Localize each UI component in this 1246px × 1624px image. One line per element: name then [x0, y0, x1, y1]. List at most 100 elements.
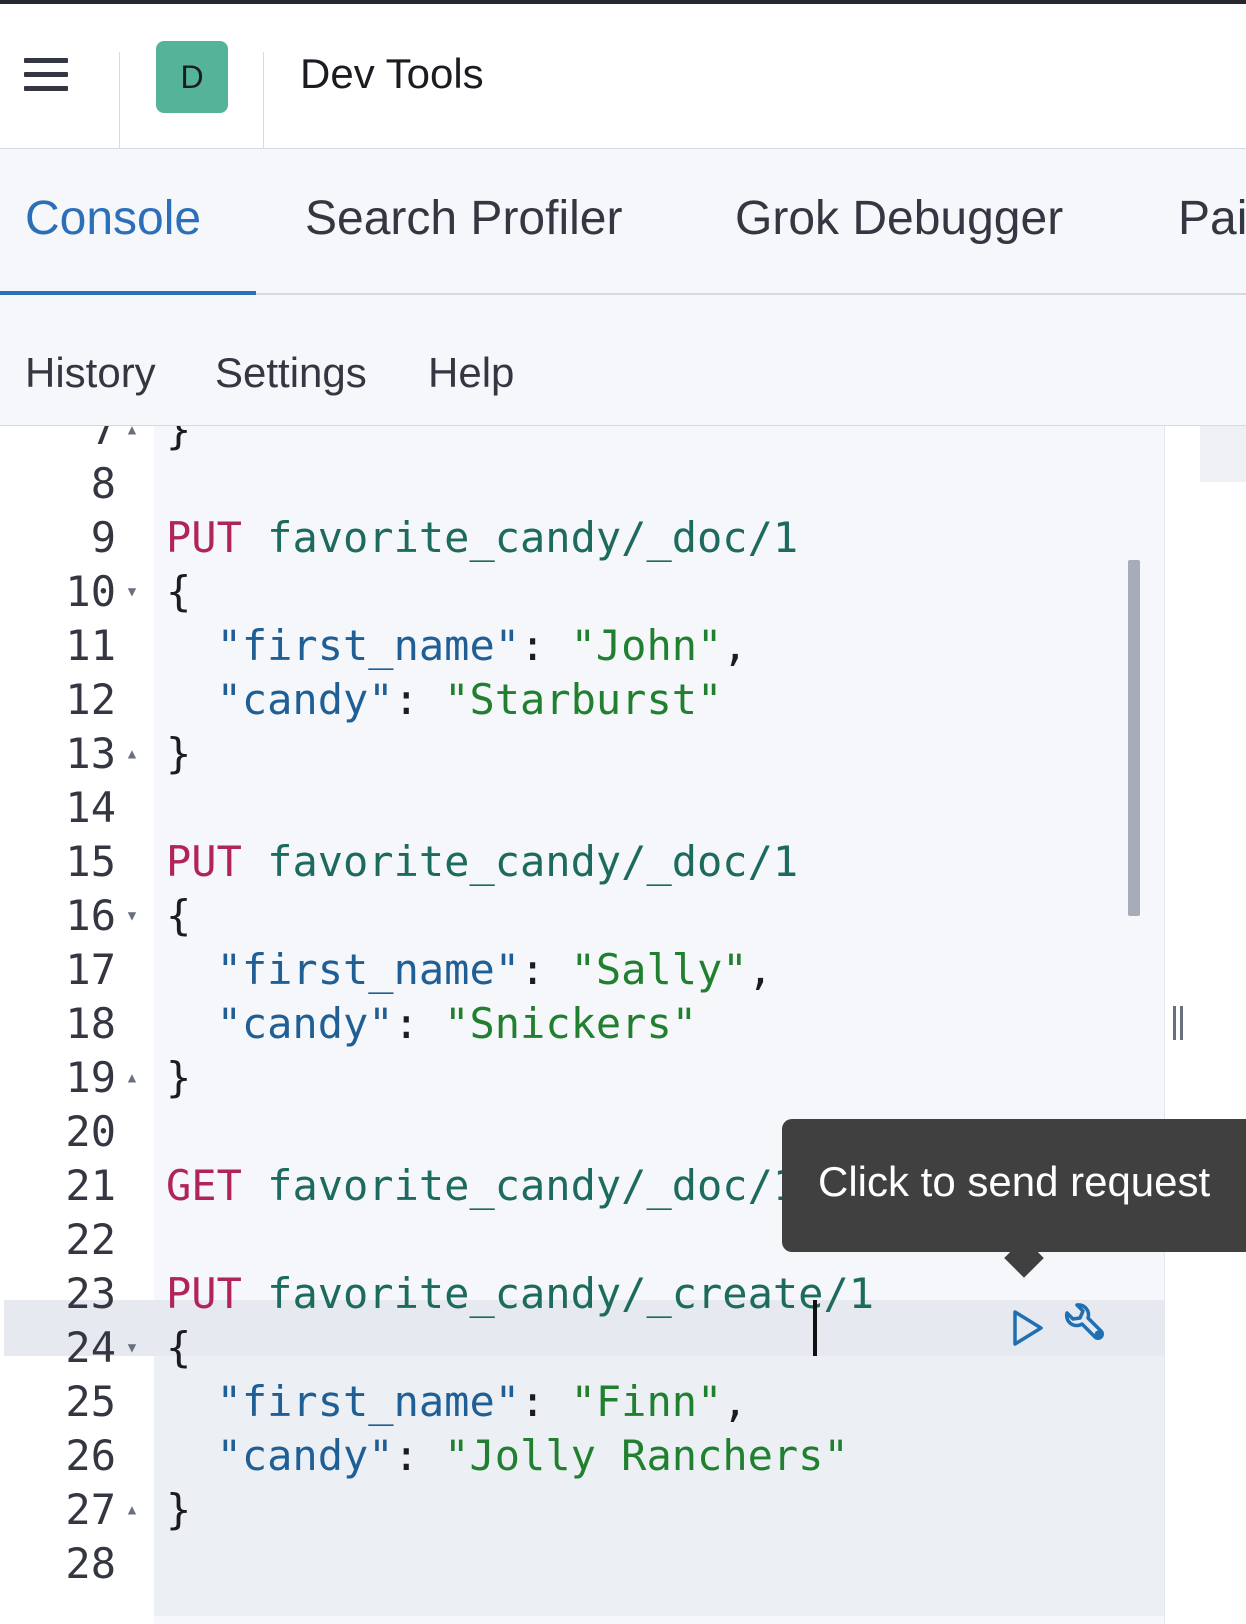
line-number: 12: [65, 675, 116, 724]
editor-line: 23 PUT favorite_candy/_create/1: [0, 1266, 1164, 1322]
http-method: PUT: [166, 1269, 242, 1318]
line-number: 26: [65, 1431, 116, 1480]
json-value: "Sally": [570, 945, 748, 994]
fold-up-icon[interactable]: ▲: [124, 1482, 140, 1538]
editor-line: 15 PUT favorite_candy/_doc/1: [0, 834, 1164, 890]
page-title: Dev Tools: [300, 50, 484, 97]
http-method: PUT: [166, 513, 242, 562]
line-number: 22: [65, 1215, 116, 1264]
fold-up-icon[interactable]: ▲: [124, 1050, 140, 1106]
tab-search-profiler[interactable]: Search Profiler: [305, 191, 622, 246]
fold-down-icon[interactable]: ▼: [124, 564, 140, 620]
json-key: "first_name": [216, 945, 521, 994]
line-number: 18: [65, 999, 116, 1048]
tooltip-text: Click to send request: [818, 1158, 1211, 1205]
devtools-tabs: Console Search Profiler Grok Debugger Pa…: [0, 149, 1246, 295]
tab-grok-debugger[interactable]: Grok Debugger: [735, 191, 1063, 246]
wrench-icon[interactable]: [1060, 1301, 1110, 1351]
editor-line: 17 "first_name": "Sally",: [0, 942, 1164, 998]
fold-up-icon[interactable]: ▲: [124, 726, 140, 782]
line-number: 10: [65, 567, 116, 616]
code-text: PUT favorite_candy/_doc/1: [166, 510, 798, 566]
editor-line: 13 ▲}: [0, 726, 1164, 782]
http-method: GET: [166, 1161, 242, 1210]
json-key: "first_name": [216, 621, 521, 670]
line-number: 20: [65, 1107, 116, 1156]
code-text: }: [166, 426, 192, 454]
editor-line: 18 "candy": "Snickers": [0, 996, 1164, 1052]
json-key: "first_name": [216, 1377, 521, 1426]
space-avatar[interactable]: D: [156, 41, 228, 113]
editor-line: 19 ▲}: [0, 1050, 1164, 1106]
json-value: "Starburst": [444, 675, 723, 724]
line-number: 21: [65, 1161, 116, 1210]
code-text: {: [166, 567, 192, 616]
request-path: favorite_candy/_doc/1: [267, 1161, 799, 1210]
editor-line: 7 ▲}: [0, 426, 1164, 458]
tab-painless-lab[interactable]: Pai: [1178, 191, 1246, 246]
code-text: {: [166, 1323, 192, 1372]
editor-line: 8: [0, 456, 1164, 512]
tab-console[interactable]: Console: [25, 191, 201, 246]
settings-link[interactable]: Settings: [215, 349, 367, 397]
console-editor[interactable]: 7 ▲} 8 9 PUT favorite_candy/_doc/1 10 ▼{11 "fi…: [0, 426, 1164, 1624]
editor-line: 24 ▼ {: [0, 1320, 1164, 1376]
json-value: "Finn": [570, 1377, 723, 1426]
hamburger-menu-icon[interactable]: [20, 58, 76, 98]
code-text: {: [166, 891, 192, 940]
header-divider: [119, 52, 120, 148]
code-text: "candy": "Starburst": [216, 675, 723, 724]
json-value: "John": [570, 621, 723, 670]
code-text: }: [166, 1053, 192, 1102]
http-method: PUT: [166, 837, 242, 886]
play-icon[interactable]: [1009, 1308, 1045, 1348]
line-number: 28: [65, 1539, 116, 1588]
editor-line: 11 "first_name": "John",: [0, 618, 1164, 674]
editor-line: 9 PUT favorite_candy/_doc/1: [0, 510, 1164, 566]
pane-resizer[interactable]: [1164, 426, 1201, 1624]
editor-line: 26 "candy": "Jolly Ranchers": [0, 1428, 1164, 1484]
text-cursor: [813, 1300, 817, 1356]
code-text: GET favorite_candy/_doc/1: [166, 1158, 798, 1214]
code-text: "first_name": "John",: [216, 621, 748, 670]
response-pane: [1200, 426, 1246, 1624]
request-path: favorite_candy/_doc/1: [267, 837, 799, 886]
editor-line: 25 "first_name": "Finn",: [0, 1374, 1164, 1430]
line-number: 24: [65, 1323, 116, 1372]
line-number: 16: [65, 891, 116, 940]
line-number: 9: [90, 513, 116, 562]
code-text: "first_name": "Finn",: [216, 1377, 748, 1426]
editor-line: 14: [0, 780, 1164, 836]
json-value: "Jolly Ranchers": [444, 1431, 849, 1480]
code-text: PUT favorite_candy/_doc/1: [166, 834, 798, 890]
editor-line: 16 ▼ {: [0, 888, 1164, 944]
punctuation: ,: [722, 1377, 748, 1426]
fold-down-icon[interactable]: ▼: [124, 1320, 140, 1376]
line-number: 15: [65, 837, 116, 886]
line-number: 25: [65, 1377, 116, 1426]
json-key: "candy": [216, 675, 394, 724]
history-link[interactable]: History: [25, 349, 156, 397]
line-number: 14: [65, 783, 116, 832]
fold-up-icon[interactable]: ▲: [124, 426, 140, 458]
line-number: 8: [90, 459, 116, 508]
line-number: 7: [90, 426, 116, 454]
json-value: "Snickers": [444, 999, 698, 1048]
code-text: "first_name": "Sally",: [216, 945, 773, 994]
editor-scrollbar[interactable]: [1128, 560, 1140, 916]
help-link[interactable]: Help: [428, 349, 514, 397]
punctuation: ,: [722, 621, 748, 670]
code-text: }: [166, 729, 192, 778]
editor-line: 28: [0, 1536, 1164, 1592]
line-number: 17: [65, 945, 116, 994]
code-text: "candy": "Snickers": [216, 999, 698, 1048]
line-number: 27: [65, 1485, 116, 1534]
console-menu: History Settings Help: [0, 295, 1246, 426]
fold-down-icon[interactable]: ▼: [124, 888, 140, 944]
line-number: 13: [65, 729, 116, 778]
code-text: "candy": "Jolly Ranchers": [216, 1431, 849, 1480]
line-number: 19: [65, 1053, 116, 1102]
editor-line: 27 ▲}: [0, 1482, 1164, 1538]
punctuation: ,: [747, 945, 773, 994]
header-divider: [263, 52, 264, 148]
